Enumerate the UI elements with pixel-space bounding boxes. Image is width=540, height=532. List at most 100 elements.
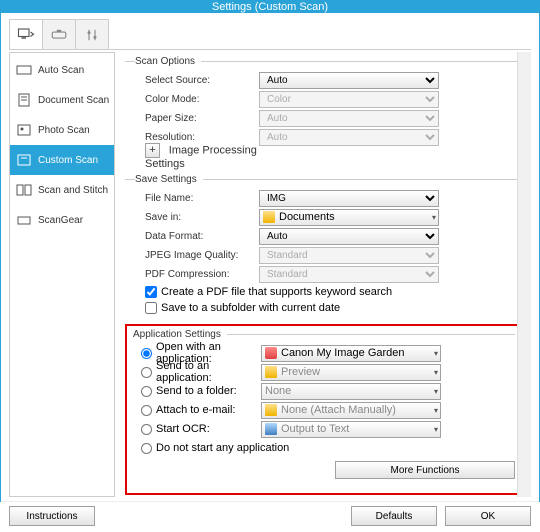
start-ocr-radio[interactable] [141,424,152,435]
save-in-label: Save in: [135,212,259,223]
send-to-folder-value: None [265,385,291,397]
jpeg-quality-label: JPEG Image Quality: [135,250,259,261]
save-settings-legend: Save Settings [135,174,203,185]
subfolder-label: Save to a subfolder with current date [161,302,340,314]
image-processing-label: Image Processing Settings [145,144,257,170]
paper-size-dropdown: Auto [259,110,439,127]
window-title: Settings (Custom Scan) [212,1,328,13]
resolution-label: Resolution: [135,132,259,143]
custom-scan-icon [16,153,32,167]
scrollbar[interactable] [517,52,531,497]
canon-garden-icon [265,347,277,359]
instructions-button[interactable]: Instructions [9,506,95,526]
scan-stitch-icon [16,183,32,197]
select-source-dropdown[interactable]: Auto [259,72,439,89]
open-with-app-dropdown[interactable]: Canon My Image Garden ▾ [261,345,441,362]
resolution-dropdown: Auto [259,129,439,146]
send-to-folder-dropdown[interactable]: None ▾ [261,383,441,400]
defaults-button[interactable]: Defaults [351,506,437,526]
keyword-search-label: Create a PDF file that supports keyword … [161,286,392,298]
sidebar-item-scangear[interactable]: ScanGear [10,205,114,235]
monitor-icon [17,27,35,43]
sidebar-item-label: Document Scan [38,95,109,106]
attach-email-value: None (Attach Manually) [281,404,396,416]
pdf-compression-label: PDF Compression: [135,269,259,280]
save-in-dropdown[interactable]: Documents ▾ [259,209,439,226]
expand-image-processing-button[interactable]: + [145,143,160,158]
footer-spacer [103,506,343,526]
pdf-compression-dropdown: Standard [259,266,439,283]
auto-scan-icon [16,63,32,77]
send-to-folder-label: Send to a folder: [156,385,237,397]
sidebar-item-custom-scan[interactable]: Custom Scan [10,145,114,175]
sidebar-item-document-scan[interactable]: Document Scan [10,85,114,115]
main-row: Auto Scan Document Scan Photo Scan Custo… [9,52,531,497]
output-text-icon [265,423,277,435]
attach-email-dropdown[interactable]: None (Attach Manually) ▾ [261,402,441,419]
send-to-app-value: Preview [281,366,320,378]
chevron-down-icon: ▾ [434,406,438,415]
start-ocr-value: Output to Text [281,423,349,435]
file-name-field[interactable]: IMG [259,190,439,207]
scanner-icon [50,27,68,43]
sidebar-item-label: ScanGear [38,215,83,226]
tab-scan-from-computer[interactable] [9,19,43,49]
sidebar-item-photo-scan[interactable]: Photo Scan [10,115,114,145]
start-ocr-dropdown[interactable]: Output to Text ▾ [261,421,441,438]
scan-options-legend: Scan Options [135,56,201,67]
sidebar-item-auto-scan[interactable]: Auto Scan [10,55,114,85]
document-scan-icon [16,93,32,107]
footer: Instructions Defaults OK [1,501,539,532]
content-area: Auto Scan Document Scan Photo Scan Custo… [1,13,539,501]
attach-email-radio[interactable] [141,405,152,416]
more-functions-button[interactable]: More Functions [335,461,515,479]
do-not-start-radio[interactable] [141,443,152,454]
sidebar-item-label: Auto Scan [38,65,84,76]
titlebar: Settings (Custom Scan) [1,1,539,13]
sidebar-item-label: Custom Scan [38,155,98,166]
application-settings-legend: Application Settings [133,329,227,340]
sidebar-item-scan-stitch[interactable]: Scan and Stitch [10,175,114,205]
subfolder-checkbox[interactable] [145,302,157,314]
start-ocr-label: Start OCR: [156,423,210,435]
send-to-app-radio[interactable] [141,367,152,378]
sidebar-item-label: Photo Scan [38,125,90,136]
email-icon [265,404,277,416]
ok-button[interactable]: OK [445,506,531,526]
sidebar-item-label: Scan and Stitch [38,185,108,196]
select-source-label: Select Source: [135,75,259,86]
open-with-app-value: Canon My Image Garden [281,347,405,359]
tab-scan-from-panel[interactable] [42,19,76,49]
open-with-app-radio[interactable] [141,348,152,359]
preview-icon [265,366,277,378]
image-processing-row: + Image Processing Settings [135,143,259,170]
file-name-label: File Name: [135,193,259,204]
data-format-label: Data Format: [135,231,259,242]
photo-scan-icon [16,123,32,137]
paper-size-label: Paper Size: [135,113,259,124]
chevron-down-icon: ▾ [434,349,438,358]
do-not-start-label: Do not start any application [156,442,289,454]
attach-email-label: Attach to e-mail: [156,404,235,416]
send-to-app-dropdown[interactable]: Preview ▾ [261,364,441,381]
save-in-value: Documents [279,211,335,223]
chevron-down-icon: ▾ [432,213,436,222]
sidebar: Auto Scan Document Scan Photo Scan Custo… [9,52,115,497]
send-to-folder-radio[interactable] [141,386,152,397]
color-mode-dropdown: Color [259,91,439,108]
tab-general-settings[interactable] [75,19,109,49]
folder-icon [263,211,275,223]
top-tabs [9,19,531,50]
data-format-dropdown[interactable]: Auto [259,228,439,245]
application-settings-highlight: Application Settings Open with an applic… [125,324,523,495]
settings-window: Settings (Custom Scan) Auto Scan [0,0,540,502]
keyword-search-checkbox[interactable] [145,286,157,298]
chevron-down-icon: ▾ [434,425,438,434]
sliders-icon [83,27,101,43]
scan-options-group: Scan Options Select Source: Auto Color M… [125,56,523,172]
color-mode-label: Color Mode: [135,94,259,105]
application-settings-group: Application Settings Open with an applic… [133,329,515,485]
jpeg-quality-dropdown: Standard [259,247,439,264]
chevron-down-icon: ▾ [434,368,438,377]
settings-panel: Scan Options Select Source: Auto Color M… [115,52,531,497]
